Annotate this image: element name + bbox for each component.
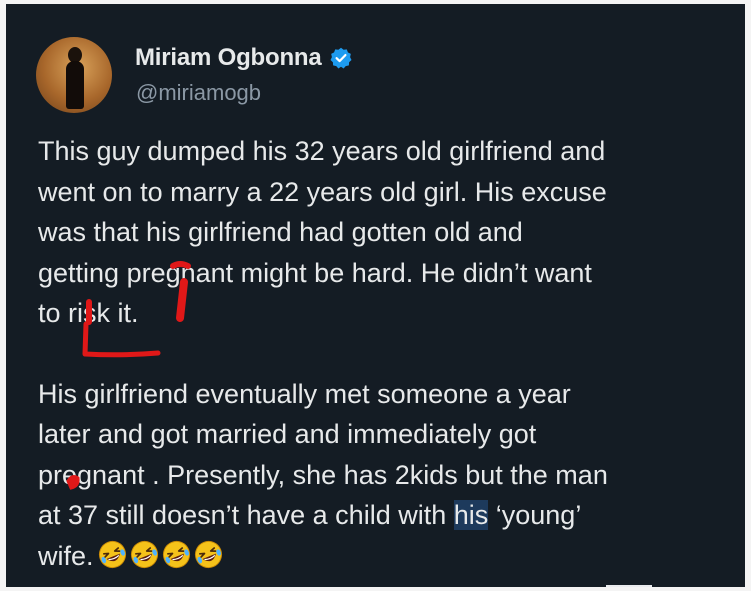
post-card: Miriam Ogbonna @miriamogb This guy dumpe… bbox=[6, 4, 745, 587]
text-line: at 37 still doesn’t have a child with hi… bbox=[38, 495, 738, 536]
text-line: later and got married and immediately go… bbox=[38, 419, 537, 449]
post-text: This guy dumped his 32 years old girlfri… bbox=[38, 131, 738, 576]
text-line: to risk it. bbox=[38, 298, 139, 328]
divider bbox=[606, 585, 652, 587]
text-line: pregnant . Presently, she has 2kids but … bbox=[38, 459, 608, 490]
author-display-name[interactable]: Miriam Ogbonna bbox=[135, 44, 322, 72]
rolling-on-floor-laughing-icon bbox=[162, 540, 190, 568]
text-line: getting pregnant might be hard. He didn’… bbox=[38, 257, 592, 288]
text-line: went on to marry a 22 years old girl. Hi… bbox=[38, 176, 607, 207]
emoji-row bbox=[98, 540, 223, 569]
rolling-on-floor-laughing-icon bbox=[194, 540, 222, 568]
post-paragraph-1: This guy dumped his 32 years old girlfri… bbox=[38, 131, 738, 334]
text-line: wife. bbox=[38, 536, 738, 577]
avatar-figure bbox=[66, 47, 84, 109]
screenshot-frame: Miriam Ogbonna @miriamogb This guy dumpe… bbox=[0, 0, 751, 591]
text-segment: ‘young’ bbox=[488, 500, 582, 530]
text-line: His girlfriend eventually met someone a … bbox=[38, 378, 571, 409]
text-segment: wife. bbox=[38, 540, 94, 571]
author-name-row: Miriam Ogbonna bbox=[135, 44, 352, 72]
post-paragraph-2: His girlfriend eventually met someone a … bbox=[38, 374, 738, 577]
avatar[interactable] bbox=[36, 37, 112, 113]
verified-badge-icon bbox=[330, 47, 352, 69]
text-line: This guy dumped his 32 years old girlfri… bbox=[38, 136, 606, 166]
author-handle[interactable]: @miriamogb bbox=[136, 80, 261, 106]
selected-text-highlight: his bbox=[453, 500, 489, 530]
text-segment: at 37 still doesn’t have a child with bbox=[38, 500, 454, 530]
rolling-on-floor-laughing-icon bbox=[130, 540, 158, 568]
rolling-on-floor-laughing-icon bbox=[98, 540, 126, 568]
text-line: was that his girlfriend had gotten old a… bbox=[38, 217, 523, 247]
